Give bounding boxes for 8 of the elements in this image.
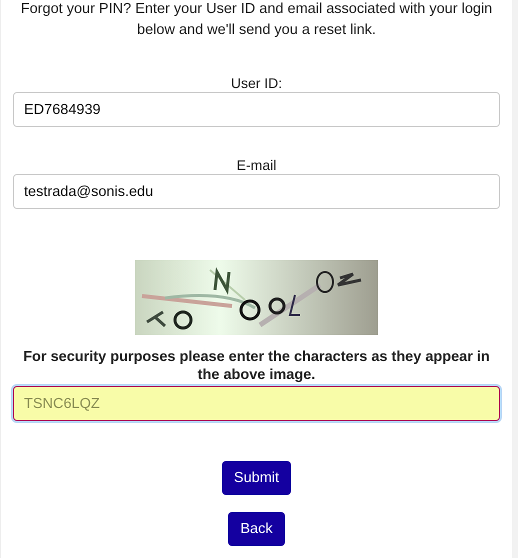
captcha-instruction: For security purposes please enter the characters as they appear in the above image. — [22, 348, 491, 384]
field-label: User ID: — [230, 74, 282, 92]
form-button[interactable]: Submit — [222, 461, 292, 495]
form-button[interactable]: Back — [228, 512, 285, 546]
input-field[interactable]: testrada@sonis.edu — [13, 174, 500, 209]
input-field[interactable]: ED7684939 — [13, 92, 500, 127]
intro-text: Forgot your PIN? Enter your User ID and email associated with your login below and we'll send you a reset link. — [20, 0, 494, 40]
field-label: E-mail — [236, 156, 276, 174]
